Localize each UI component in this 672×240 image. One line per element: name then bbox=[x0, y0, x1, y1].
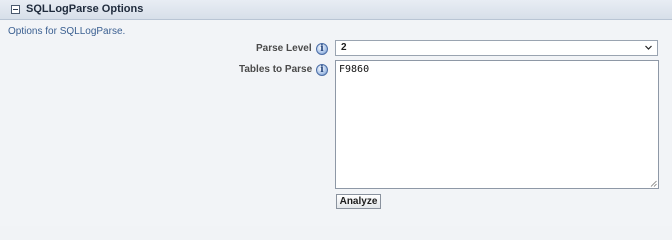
tables-to-parse-textarea[interactable]: F9860 bbox=[335, 60, 659, 189]
collapse-icon[interactable] bbox=[11, 5, 20, 14]
tables-to-parse-value: F9860 bbox=[339, 64, 370, 75]
panel-description: Options for SQLLogParse. bbox=[8, 26, 126, 37]
info-icon[interactable]: i bbox=[316, 43, 328, 55]
resize-grip-icon[interactable] bbox=[650, 180, 657, 187]
tables-to-parse-label: Tables to Parse bbox=[239, 64, 313, 75]
info-icon[interactable]: i bbox=[316, 64, 328, 76]
panel-title: SQLLogParse Options bbox=[26, 3, 144, 15]
parse-level-select[interactable]: 2 bbox=[335, 40, 658, 56]
panel-header: SQLLogParse Options bbox=[0, 0, 672, 20]
chevron-down-icon bbox=[645, 45, 652, 50]
analyze-button[interactable]: Analyze bbox=[336, 194, 381, 209]
options-panel: SQLLogParse Options Options for SQLLogPa… bbox=[0, 0, 672, 226]
parse-level-label: Parse Level bbox=[256, 43, 312, 54]
parse-level-value: 2 bbox=[341, 42, 347, 53]
